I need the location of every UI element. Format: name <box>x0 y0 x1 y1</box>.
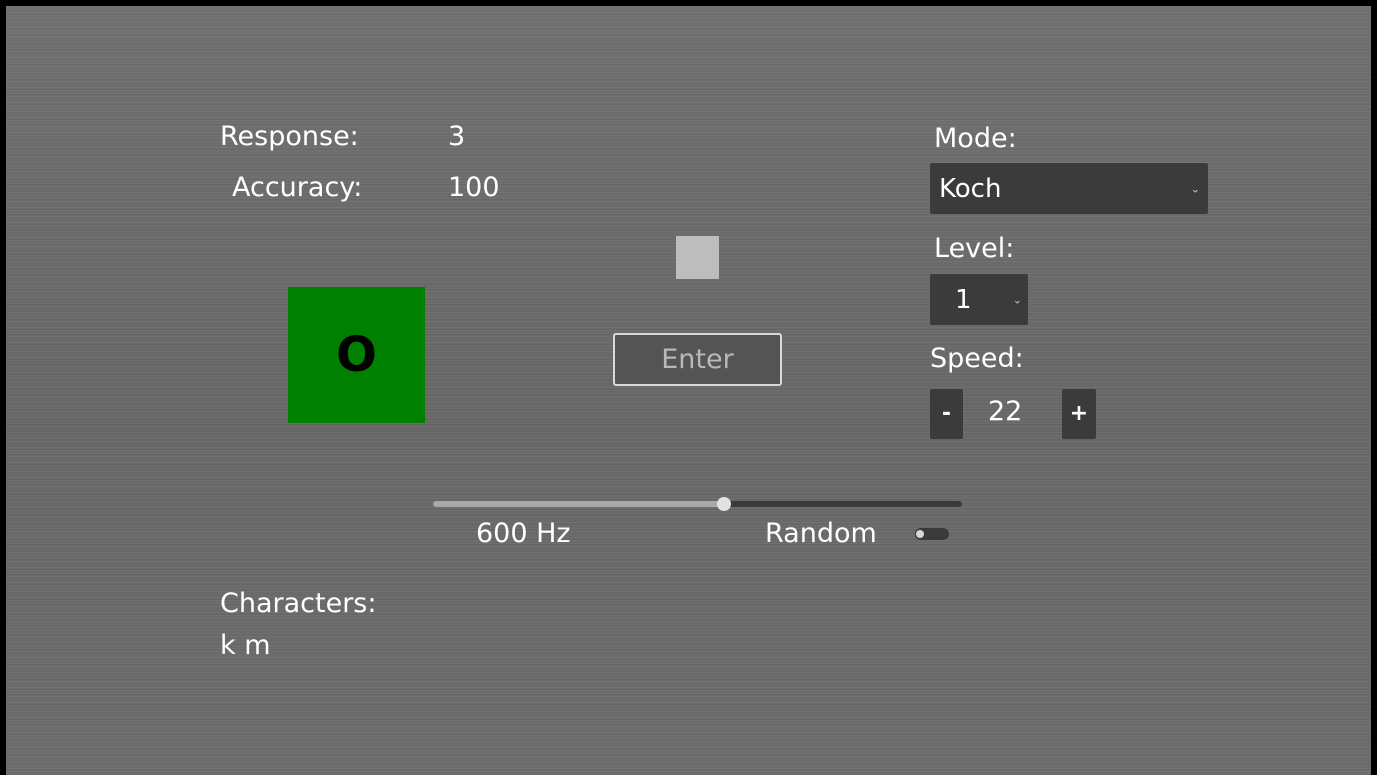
speed-decrease-button[interactable]: - <box>930 389 963 439</box>
response-value: 3 <box>448 121 466 152</box>
slider-thumb[interactable] <box>717 497 731 511</box>
characters-list: k m <box>220 630 271 661</box>
target-character-box: O <box>288 287 425 423</box>
level-select[interactable]: 1 ⌄ <box>930 274 1028 325</box>
characters-label: Characters: <box>220 588 377 619</box>
level-select-value: 1 <box>955 284 972 315</box>
accuracy-value: 100 <box>448 172 500 203</box>
random-label: Random <box>765 518 877 549</box>
chevron-down-icon: ⌄ <box>1012 293 1022 306</box>
speed-label: Speed: <box>930 343 1024 374</box>
random-toggle[interactable] <box>915 528 949 540</box>
speed-increase-button[interactable]: + <box>1062 389 1096 439</box>
mode-select[interactable]: Koch ⌄ <box>930 163 1208 214</box>
accuracy-label: Accuracy: <box>232 172 363 203</box>
chevron-down-icon: ⌄ <box>1190 182 1200 195</box>
random-toggle-knob <box>916 530 924 538</box>
level-label: Level: <box>934 233 1015 264</box>
mode-label: Mode: <box>934 123 1017 154</box>
speed-value: 22 <box>988 396 1023 427</box>
response-label: Response: <box>220 121 359 152</box>
frequency-label: 600 Hz <box>476 518 571 549</box>
enter-input[interactable]: Enter <box>613 333 782 386</box>
morse-trainer-app: Response: 3 Accuracy: 100 O Enter Mode: … <box>0 0 1377 775</box>
target-character: O <box>336 327 377 383</box>
status-indicator <box>676 236 719 279</box>
slider-fill <box>433 501 724 507</box>
mode-select-value: Koch <box>939 173 1002 204</box>
tone-frequency-slider[interactable] <box>433 494 962 514</box>
